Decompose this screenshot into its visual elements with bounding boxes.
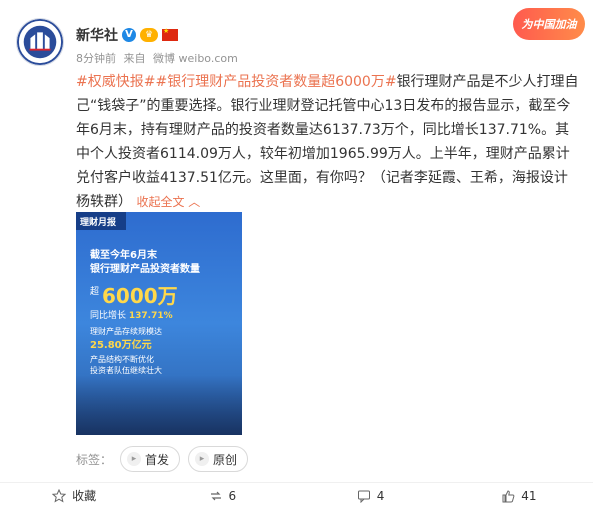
image-big-number: 6000万	[102, 284, 178, 308]
xinhua-logo-icon	[17, 19, 63, 65]
tags-label: 标签：	[76, 452, 113, 467]
thumbs-up-icon	[502, 489, 515, 502]
post-image[interactable]: 理财月报 截至今年6月末 银行理财产品投资者数量 超 6000万 同比增长 13…	[76, 212, 242, 435]
like-button[interactable]: 41	[445, 483, 593, 508]
favorite-button[interactable]: 收藏	[0, 483, 148, 508]
avatar[interactable]	[16, 18, 64, 66]
post-body: 银行理财产品是不少人打理自己“钱袋子”的重要选择。银行业理财登记托管中心13日发…	[76, 74, 579, 210]
post-from: 来自	[123, 52, 146, 65]
tag-icon: ▸	[127, 452, 142, 466]
comment-icon	[357, 490, 370, 503]
tag-first-release[interactable]: ▸ 首发	[120, 446, 181, 472]
tag-icon: ▸	[195, 452, 210, 466]
image-title: 理财月报	[80, 218, 117, 228]
star-icon	[52, 488, 67, 503]
username[interactable]: 新华社	[76, 25, 118, 45]
topic-link[interactable]: #权威快报#	[76, 74, 155, 90]
repost-button[interactable]: 6	[148, 483, 296, 508]
comment-button[interactable]: 4	[297, 483, 445, 508]
action-bar: 收藏 6 4 41	[0, 482, 593, 508]
topic-link[interactable]: #银行理财产品投资者数量超6000万#	[155, 74, 396, 90]
campaign-badge[interactable]: 为中国加油	[513, 8, 585, 40]
post-content: #权威快报##银行理财产品投资者数量超6000万#银行理财产品是不少人打理自己“…	[76, 70, 581, 214]
image-people-photo	[76, 375, 242, 435]
post-source[interactable]: 微博 weibo.com	[153, 52, 238, 65]
verified-icon: V	[122, 28, 136, 42]
repost-icon	[210, 491, 221, 500]
post-meta: 8分钟前 来自 微博 weibo.com	[76, 50, 242, 66]
tag-original[interactable]: ▸ 原创	[188, 446, 249, 472]
image-prefix: 超	[90, 287, 100, 297]
image-growth: 同比增长 137.71%	[90, 311, 173, 321]
china-flag-icon	[162, 27, 178, 41]
image-scale-value: 25.80万亿元	[90, 340, 152, 351]
image-line3: 产品结构不断优化	[90, 355, 154, 364]
image-line2: 银行理财产品投资者数量	[90, 264, 200, 275]
level-badge-icon: ♛	[140, 28, 158, 42]
image-line1: 截至今年6月末	[90, 250, 157, 261]
collapse-link[interactable]: 收起全文 ︿	[136, 195, 200, 209]
post-time[interactable]: 8分钟前	[76, 52, 116, 65]
tags-row: 标签： ▸ 首发 ▸ 原创	[76, 446, 249, 472]
